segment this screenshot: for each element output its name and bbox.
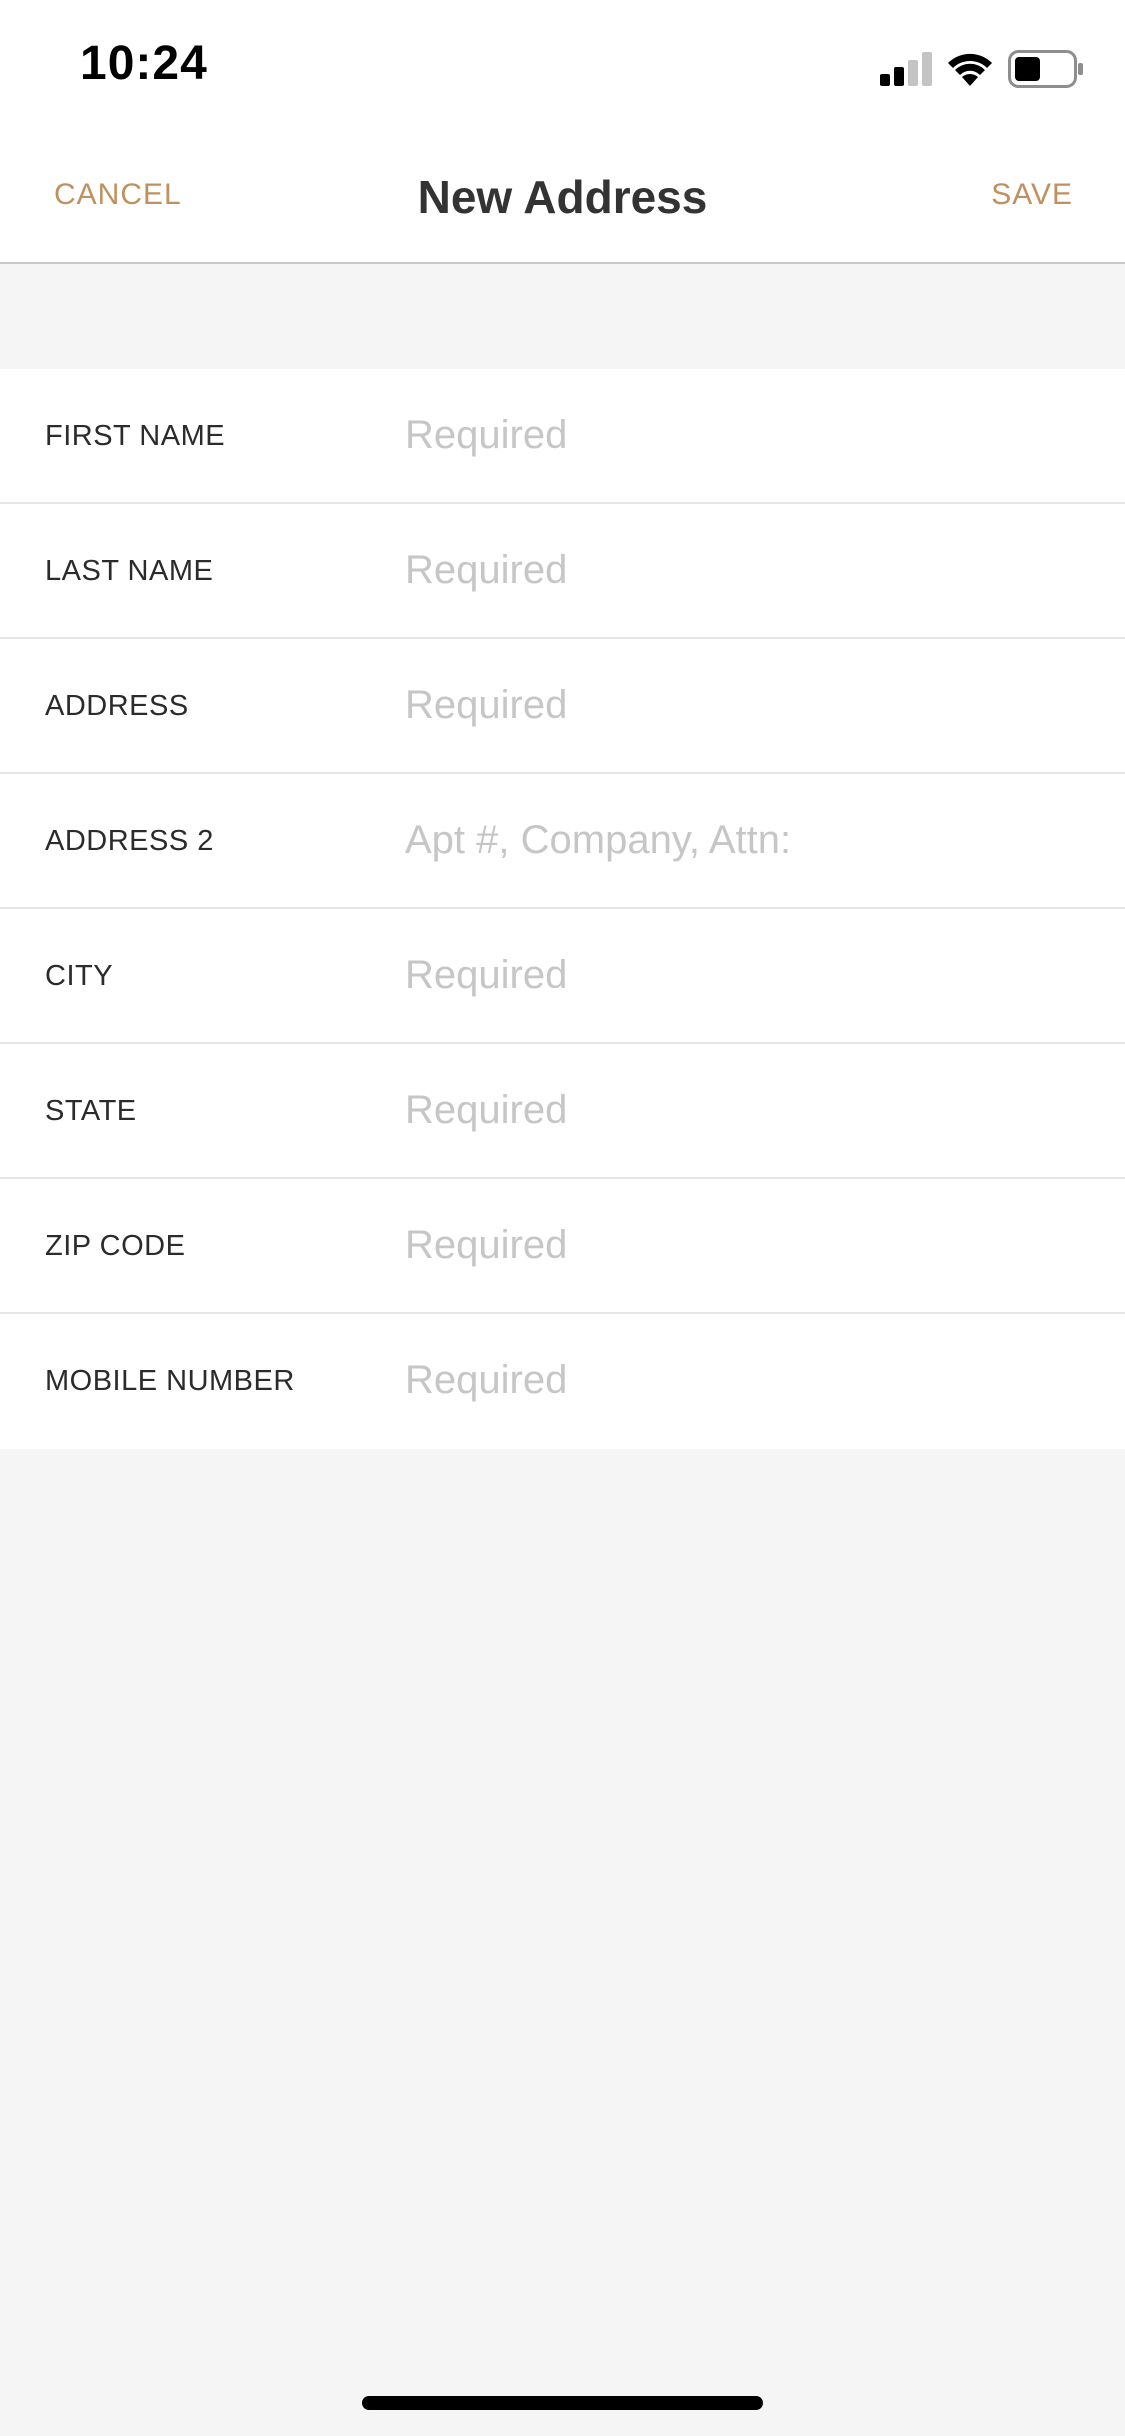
first-name-row: FIRST NAME <box>0 369 1125 504</box>
address-input[interactable] <box>405 639 1095 772</box>
zip-code-input[interactable] <box>405 1179 1095 1312</box>
mobile-number-row: MOBILE NUMBER <box>0 1314 1125 1449</box>
address-label: ADDRESS <box>45 690 189 722</box>
city-row: CITY <box>0 909 1125 1044</box>
state-row: STATE <box>0 1044 1125 1179</box>
wifi-icon <box>948 53 992 86</box>
state-label: STATE <box>45 1095 137 1127</box>
address-2-row: ADDRESS 2 <box>0 774 1125 909</box>
city-label: CITY <box>45 960 114 992</box>
battery-icon <box>1008 50 1083 88</box>
address-form: FIRST NAME LAST NAME ADDRESS ADDRESS 2 C… <box>0 369 1125 1449</box>
first-name-label: FIRST NAME <box>45 420 226 452</box>
address-row: ADDRESS <box>0 639 1125 774</box>
save-button[interactable]: SAVE <box>991 178 1073 212</box>
page-title: New Address <box>417 171 708 223</box>
zip-code-label: ZIP CODE <box>45 1230 186 1262</box>
last-name-row: LAST NAME <box>0 504 1125 639</box>
home-indicator[interactable] <box>362 2396 763 2410</box>
address-2-label: ADDRESS 2 <box>45 825 214 857</box>
last-name-label: LAST NAME <box>45 555 214 587</box>
address-2-input[interactable] <box>405 774 1095 907</box>
signal-icon <box>880 52 932 86</box>
status-bar: 10:24 <box>0 0 1125 132</box>
first-name-input[interactable] <box>405 369 1095 502</box>
navigation-bar: CANCEL New Address SAVE <box>0 132 1125 264</box>
new-address-screen: 10:24 CANCEL New Address SAVE FIRST NAME <box>0 0 1125 2436</box>
status-time: 10:24 <box>80 37 208 90</box>
mobile-number-input[interactable] <box>405 1314 1095 1447</box>
mobile-number-label: MOBILE NUMBER <box>45 1365 295 1397</box>
state-input[interactable] <box>405 1044 1095 1177</box>
city-input[interactable] <box>405 909 1095 1042</box>
zip-code-row: ZIP CODE <box>0 1179 1125 1314</box>
last-name-input[interactable] <box>405 504 1095 637</box>
